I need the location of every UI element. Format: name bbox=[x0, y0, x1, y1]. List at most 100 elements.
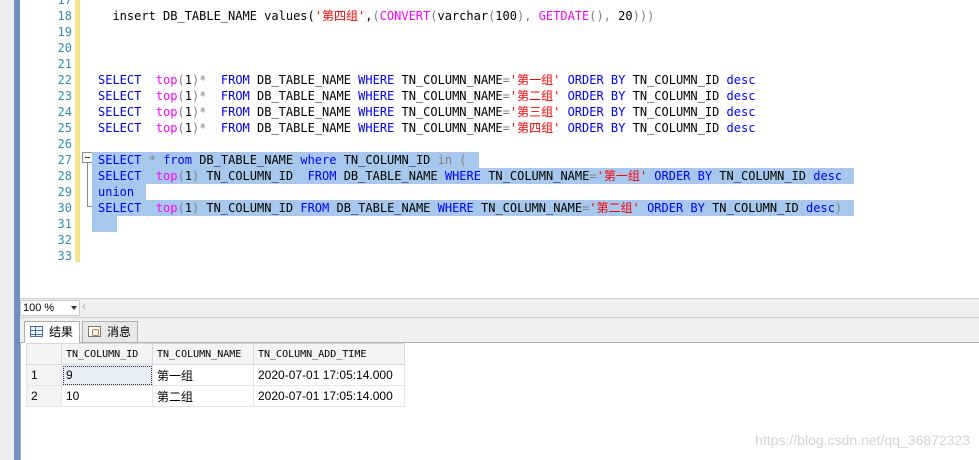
code-token: '第二组' bbox=[589, 201, 640, 215]
table-cell[interactable]: 第一组 bbox=[152, 364, 254, 386]
table-cell[interactable]: 10 bbox=[61, 385, 153, 407]
corner-cell[interactable] bbox=[26, 343, 62, 365]
query-editor[interactable]: 17 18 19 20 21 22 23 24 25 26 27 28 29 30 31 32 33 inser… bbox=[20, 0, 979, 298]
table-row[interactable]: 1 9 第一组 2020-07-01 17:05:14.000 bbox=[26, 364, 405, 386]
code-token: WHERE bbox=[358, 89, 395, 103]
code-line[interactable]: SELECT top(1) TN_COLUMN_ID FROM DB_TABLE… bbox=[92, 168, 855, 184]
code-token: )* bbox=[191, 121, 207, 135]
row-number[interactable]: 2 bbox=[26, 385, 62, 407]
tab-messages-label: 消息 bbox=[107, 325, 132, 339]
code-token: desc bbox=[813, 169, 843, 183]
table-cell[interactable]: 2020-07-01 17:05:14.000 bbox=[253, 364, 405, 386]
code-token: desc bbox=[726, 105, 756, 119]
code-token: '第二组' bbox=[509, 89, 561, 103]
code-token: FROM bbox=[220, 105, 250, 119]
code-token: ))) bbox=[632, 9, 655, 23]
code-token: TN_COLUMN_ID bbox=[625, 89, 727, 103]
code-token: TN_COLUMN_NAME bbox=[394, 121, 503, 135]
code-token: top bbox=[155, 89, 178, 103]
change-tracking-bar bbox=[75, 0, 80, 262]
code-line[interactable]: insert DB_TABLE_NAME values('第四组',(CONVE… bbox=[98, 8, 654, 24]
code-token: ( bbox=[177, 169, 185, 183]
code-token: desc bbox=[726, 73, 756, 87]
code-token: ORDER BY bbox=[647, 201, 705, 215]
code-line[interactable]: SELECT top(1)* FROM DB_TABLE_NAME WHERE … bbox=[98, 120, 755, 136]
line-number-gutter: 17 18 19 20 21 22 23 24 25 26 27 28 29 30 31 32 33 bbox=[20, 0, 72, 263]
code-token: TN_COLUMN_ID bbox=[712, 169, 814, 183]
code-line[interactable]: SELECT top(1) TN_COLUMN_ID FROM DB_TABLE… bbox=[92, 200, 855, 216]
code-line[interactable]: SELECT top(1)* FROM DB_TABLE_NAME WHERE … bbox=[98, 88, 755, 104]
code-token: DB_TABLE_NAME bbox=[249, 121, 359, 135]
code-token: TN_COLUMN_ID bbox=[199, 201, 301, 215]
code-token: '第三组' bbox=[509, 105, 561, 119]
tab-results[interactable]: 结果 bbox=[24, 321, 81, 343]
code-token: in ( bbox=[437, 153, 467, 167]
line-number: 19 bbox=[57, 25, 72, 39]
code-line[interactable]: SELECT top(1)* FROM DB_TABLE_NAME WHERE … bbox=[98, 104, 755, 120]
code-token: desc bbox=[806, 201, 835, 215]
code-token: SELECT bbox=[98, 73, 142, 87]
line-number: 31 bbox=[57, 217, 72, 231]
code-token: ( bbox=[177, 201, 185, 215]
window-edge bbox=[0, 0, 15, 460]
line-number: 18 bbox=[57, 9, 72, 23]
code-token: ( bbox=[177, 89, 185, 103]
row-number[interactable]: 1 bbox=[26, 364, 62, 386]
code-token: top bbox=[155, 121, 178, 135]
code-token: insert DB_TABLE_NAME values( bbox=[98, 9, 315, 23]
code-token: from bbox=[163, 153, 192, 167]
code-token: ORDER BY bbox=[567, 105, 626, 119]
message-icon bbox=[88, 326, 101, 337]
code-token: DB_TABLE_NAME bbox=[191, 153, 301, 167]
code-token: TN_COLUMN_ID bbox=[199, 169, 308, 183]
chevron-down-icon bbox=[71, 306, 77, 310]
code-token: TN_COLUMN_ID bbox=[625, 73, 727, 87]
code-line[interactable]: union bbox=[92, 184, 147, 200]
code-line[interactable] bbox=[92, 216, 118, 232]
code-token: 1 bbox=[184, 105, 192, 119]
code-line[interactable]: SELECT * from DB_TABLE_NAME where TN_COL… bbox=[92, 152, 479, 168]
code-token: FROM bbox=[220, 121, 250, 135]
code-token: 1 bbox=[184, 201, 192, 215]
column-header[interactable]: TN_COLUMN_NAME bbox=[152, 343, 254, 365]
code-token: = bbox=[502, 73, 510, 87]
code-line[interactable]: SELECT top(1)* FROM DB_TABLE_NAME WHERE … bbox=[98, 72, 755, 88]
results-grid[interactable]: TN_COLUMN_ID TN_COLUMN_NAME TN_COLUMN_AD… bbox=[20, 343, 979, 460]
zoom-dropdown[interactable]: 100 % bbox=[20, 300, 80, 316]
code-token: SELECT bbox=[98, 105, 142, 119]
code-token: desc bbox=[726, 121, 756, 135]
code-token: SELECT bbox=[98, 201, 142, 215]
code-token: top bbox=[155, 169, 178, 183]
column-header[interactable]: TN_COLUMN_ADD_TIME bbox=[253, 343, 405, 365]
code-token: ORDER BY bbox=[567, 89, 626, 103]
code-token: WHERE bbox=[358, 73, 395, 87]
tab-messages[interactable]: 消息 bbox=[82, 321, 139, 342]
header-row: TN_COLUMN_ID TN_COLUMN_NAME TN_COLUMN_AD… bbox=[26, 343, 405, 365]
line-number: 32 bbox=[57, 233, 72, 247]
code-token: SELECT bbox=[98, 121, 142, 135]
table-cell[interactable]: 第二组 bbox=[152, 385, 254, 407]
scroll-left-icon[interactable]: ‹ bbox=[82, 301, 86, 313]
table-cell[interactable]: 9 bbox=[61, 364, 153, 386]
code-token: 1 bbox=[184, 73, 192, 87]
code-token: top bbox=[155, 73, 178, 87]
table-row[interactable]: 2 10 第二组 2020-07-01 17:05:14.000 bbox=[26, 385, 405, 407]
table-cell[interactable]: 2020-07-01 17:05:14.000 bbox=[253, 385, 405, 407]
line-number: 24 bbox=[57, 105, 72, 119]
column-header[interactable]: TN_COLUMN_ID bbox=[61, 343, 153, 365]
line-number: 27 bbox=[57, 153, 72, 167]
code-token: DB_TABLE_NAME bbox=[329, 201, 438, 215]
code-token: ( bbox=[372, 9, 380, 23]
code-token: WHERE bbox=[358, 121, 395, 135]
code-token: (), bbox=[589, 9, 611, 23]
results-table: TN_COLUMN_ID TN_COLUMN_NAME TN_COLUMN_AD… bbox=[26, 343, 405, 407]
code-token: ( bbox=[177, 121, 185, 135]
